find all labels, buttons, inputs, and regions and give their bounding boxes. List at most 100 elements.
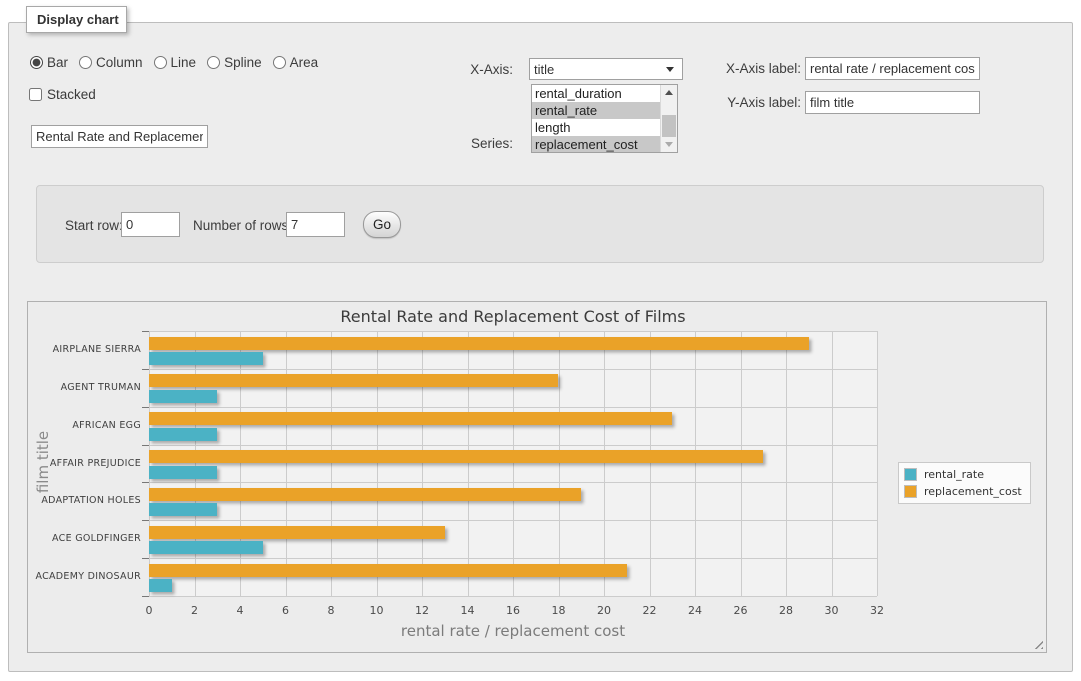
y-axis-tick-mark <box>142 482 149 483</box>
bar-rental_rate <box>149 390 217 403</box>
gridline-horizontal <box>149 520 877 521</box>
radio-area-label: Area <box>290 55 319 70</box>
chart-type-option-spline[interactable]: Spline <box>207 55 262 70</box>
chart-legend: rental_rate replacement_cost <box>898 462 1031 504</box>
gridline-vertical <box>331 331 332 596</box>
radio-bar[interactable] <box>30 56 43 69</box>
legend-item: rental_rate <box>904 468 1022 481</box>
gridline-vertical <box>650 331 651 596</box>
x-tick-label: 18 <box>539 604 579 617</box>
gridline-vertical <box>422 331 423 596</box>
series-options: rental_duration rental_rate length repla… <box>532 85 660 152</box>
y-axis-tick-mark <box>142 331 149 332</box>
gridline-horizontal <box>149 482 877 483</box>
series-option-length[interactable]: length <box>532 119 660 136</box>
x-tick-label: 32 <box>857 604 897 617</box>
x-tick-label: 28 <box>766 604 806 617</box>
row-range-panel: Start row: Number of rows: Go <box>36 185 1044 263</box>
chart-title-input[interactable] <box>31 125 208 148</box>
chart-type-radio-group: Bar Column Line Spline Area <box>30 55 318 70</box>
chart-x-axis-title: rental rate / replacement cost <box>149 622 877 640</box>
scroll-up-button[interactable] <box>661 85 677 100</box>
radio-line[interactable] <box>154 56 167 69</box>
x-tick-label: 24 <box>675 604 715 617</box>
chart-type-option-line[interactable]: Line <box>154 55 197 70</box>
x-tick-label: 30 <box>812 604 852 617</box>
legend-swatch <box>904 485 917 498</box>
series-option-rental-rate[interactable]: rental_rate <box>532 102 660 119</box>
chart-title: Rental Rate and Replacement Cost of Film… <box>149 307 877 326</box>
x-tick-label: 10 <box>357 604 397 617</box>
bar-replacement_cost <box>149 488 581 501</box>
gridline-horizontal <box>149 331 877 332</box>
category-label: ACE GOLDFINGER <box>28 533 141 544</box>
scroll-down-button[interactable] <box>661 137 677 152</box>
x-axis-tick-labels: 02468101214161820222426283032 <box>149 604 877 618</box>
x-axis-label-input[interactable] <box>805 57 980 80</box>
x-tick-label: 4 <box>220 604 260 617</box>
stacked-label: Stacked <box>47 87 96 102</box>
x-tick-label: 26 <box>721 604 761 617</box>
gridline-horizontal <box>149 596 877 597</box>
y-axis-category-labels: AIRPLANE SIERRAAGENT TRUMANAFRICAN EGGAF… <box>28 331 141 596</box>
number-of-rows-input[interactable] <box>286 212 345 237</box>
go-button[interactable]: Go <box>363 211 401 238</box>
radio-spline-label: Spline <box>224 55 262 70</box>
legend-item: replacement_cost <box>904 485 1022 498</box>
bar-replacement_cost <box>149 412 672 425</box>
start-row-input[interactable] <box>121 212 180 237</box>
gridline-vertical <box>513 331 514 596</box>
bar-replacement_cost <box>149 564 627 577</box>
gridline-vertical <box>604 331 605 596</box>
x-tick-label: 16 <box>493 604 533 617</box>
listbox-scrollbar[interactable] <box>660 85 677 152</box>
gridline-vertical <box>377 331 378 596</box>
bar-replacement_cost <box>149 526 445 539</box>
radio-spline[interactable] <box>207 56 220 69</box>
bar-rental_rate <box>149 541 263 554</box>
x-tick-label: 20 <box>584 604 624 617</box>
radio-bar-label: Bar <box>47 55 68 70</box>
category-label: AIRPLANE SIERRA <box>28 344 141 355</box>
legend-label: replacement_cost <box>924 485 1022 498</box>
stacked-checkbox-row: Stacked <box>29 87 96 102</box>
series-label-text: Series: <box>423 136 513 151</box>
category-label: ADAPTATION HOLES <box>28 495 141 506</box>
legend-swatch <box>904 468 917 481</box>
bar-rental_rate <box>149 428 217 441</box>
chart-type-option-column[interactable]: Column <box>79 55 143 70</box>
bar-replacement_cost <box>149 450 763 463</box>
bar-replacement_cost <box>149 374 558 387</box>
gridline-horizontal <box>149 369 877 370</box>
x-tick-label: 6 <box>266 604 306 617</box>
page: Display chart Bar Column Line Spline Are… <box>0 0 1081 681</box>
number-of-rows-label: Number of rows: <box>193 218 292 233</box>
chart-type-option-area[interactable]: Area <box>273 55 319 70</box>
category-label: ACADEMY DINOSAUR <box>28 571 141 582</box>
y-axis-label-input[interactable] <box>805 91 980 114</box>
bar-rental_rate <box>149 352 263 365</box>
category-label: AFRICAN EGG <box>28 420 141 431</box>
x-tick-label: 2 <box>175 604 215 617</box>
radio-area[interactable] <box>273 56 286 69</box>
series-option-rental-duration[interactable]: rental_duration <box>532 85 660 102</box>
gridline-vertical <box>195 331 196 596</box>
series-option-replacement-cost[interactable]: replacement_cost <box>532 136 660 152</box>
bar-rental_rate <box>149 466 217 479</box>
category-label: AFFAIR PREJUDICE <box>28 458 141 469</box>
gridline-vertical <box>695 331 696 596</box>
y-axis-tick-mark <box>142 520 149 521</box>
resize-handle-icon[interactable] <box>1032 638 1043 649</box>
radio-column[interactable] <box>79 56 92 69</box>
bar-rental_rate <box>149 579 172 592</box>
gridline-horizontal <box>149 445 877 446</box>
series-listbox[interactable]: rental_duration rental_rate length repla… <box>531 84 678 153</box>
chart-type-option-bar[interactable]: Bar <box>30 55 68 70</box>
gridline-horizontal <box>149 407 877 408</box>
stacked-checkbox[interactable] <box>29 88 42 101</box>
x-axis-select[interactable]: title <box>529 58 683 80</box>
gridline-vertical <box>786 331 787 596</box>
plot-area <box>149 331 877 596</box>
gridline-vertical <box>240 331 241 596</box>
legend-label: rental_rate <box>924 468 984 481</box>
